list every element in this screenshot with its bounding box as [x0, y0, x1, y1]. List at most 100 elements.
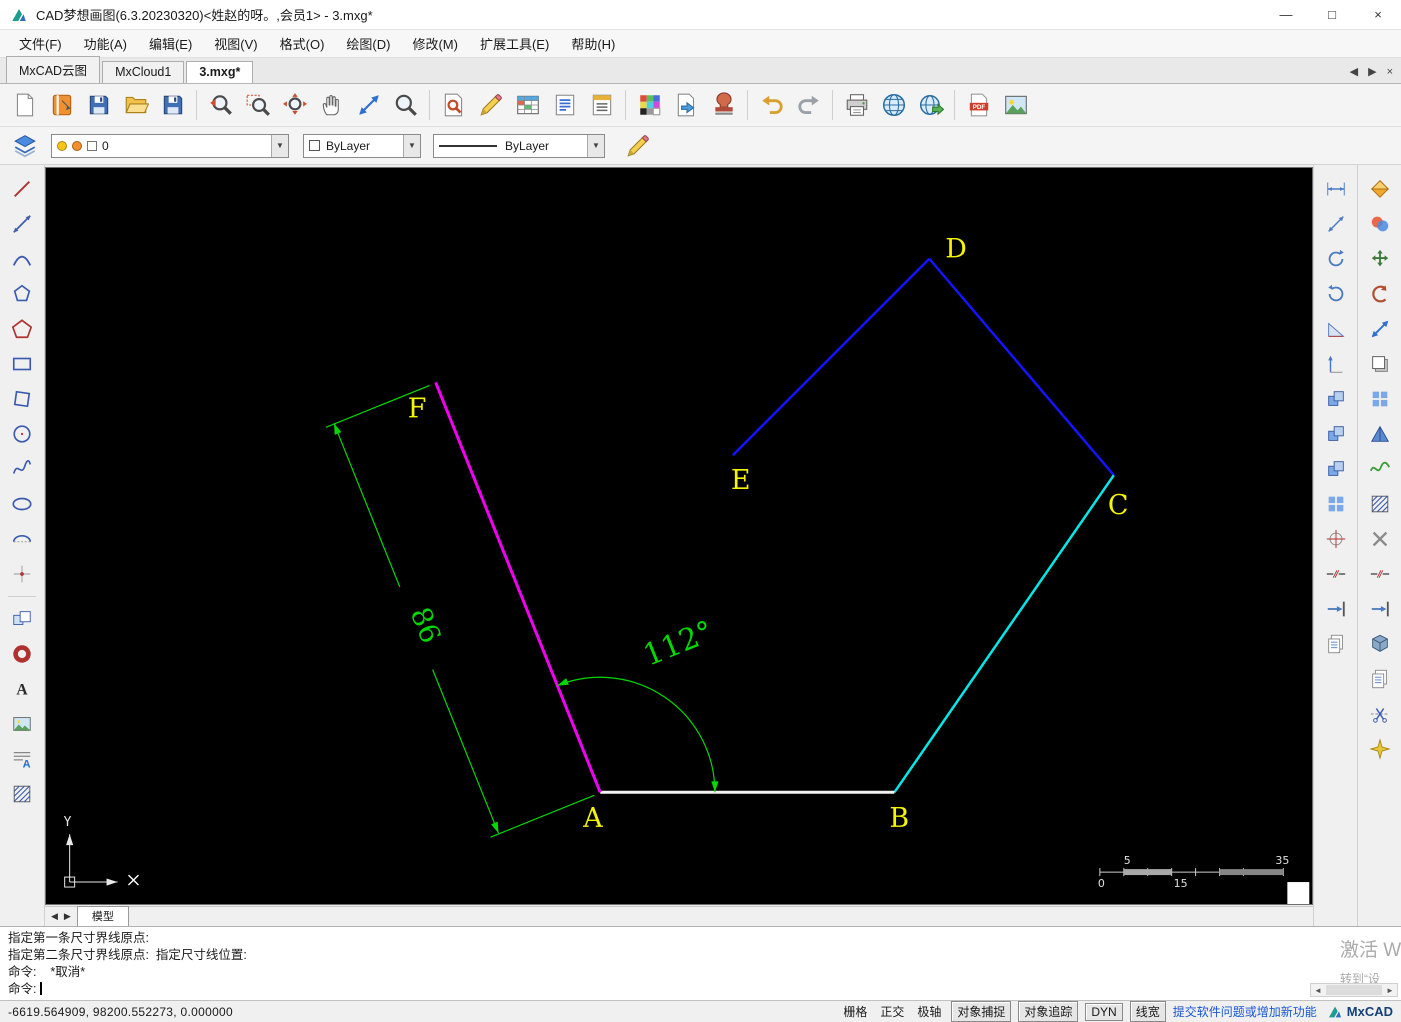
hatch-edit-tool[interactable]: [1363, 488, 1397, 520]
dim-slope-tool[interactable]: [1319, 313, 1353, 345]
erase-tool[interactable]: [1363, 523, 1397, 555]
dim-edit-tool[interactable]: [1319, 593, 1353, 625]
ortho-toggle[interactable]: 正交: [877, 1002, 907, 1021]
menu-file[interactable]: 文件(F): [8, 30, 73, 57]
print-button[interactable]: [838, 87, 875, 123]
box-3d-tool[interactable]: [1363, 628, 1397, 660]
scroll-left-icon[interactable]: ◄: [1311, 986, 1325, 995]
menu-view[interactable]: 视图(V): [203, 30, 268, 57]
polar-toggle[interactable]: 极轴: [914, 1002, 944, 1021]
ellipse-arc-tool[interactable]: [5, 523, 39, 555]
dim-aligned-tool[interactable]: [1319, 208, 1353, 240]
spline-tool[interactable]: [5, 453, 39, 485]
dim-arc-length-tool[interactable]: [1319, 243, 1353, 275]
sketch-button[interactable]: [472, 87, 509, 123]
continue-dim-tool[interactable]: [1319, 453, 1353, 485]
image-insert-tool[interactable]: [5, 708, 39, 740]
zoom-previous-button[interactable]: [202, 87, 239, 123]
ellipse-tool[interactable]: [5, 488, 39, 520]
copy-tool[interactable]: [1363, 663, 1397, 695]
break-tool[interactable]: [1363, 558, 1397, 590]
menu-draw[interactable]: 绘图(D): [335, 30, 401, 57]
point-tool[interactable]: [5, 558, 39, 590]
polygon-tool[interactable]: [5, 278, 39, 310]
tab-3mxg[interactable]: 3.mxg*: [186, 61, 254, 83]
arc-tool[interactable]: [5, 243, 39, 275]
otrack-toggle[interactable]: 对象追踪: [1018, 1001, 1079, 1022]
table-button[interactable]: [509, 87, 546, 123]
save-button[interactable]: [80, 87, 117, 123]
stamp-button[interactable]: [705, 87, 742, 123]
measure-button[interactable]: [350, 87, 387, 123]
color-select[interactable]: ByLayer ▼: [303, 133, 421, 158]
zoom-extents-button[interactable]: [276, 87, 313, 123]
menu-edit[interactable]: 编辑(E): [138, 30, 203, 57]
osnap-toggle[interactable]: 对象捕捉: [951, 1001, 1012, 1022]
linetype-select[interactable]: ByLayer ▼: [433, 133, 605, 158]
maximize-button[interactable]: □: [1309, 0, 1355, 29]
text-tool[interactable]: [5, 673, 39, 705]
tab-close-icon[interactable]: ×: [1387, 66, 1393, 78]
stretch-tool[interactable]: [1363, 348, 1397, 380]
dyn-toggle[interactable]: DYN: [1085, 1002, 1123, 1021]
minimize-button[interactable]: —: [1263, 0, 1309, 29]
feedback-link[interactable]: 提交软件问题或增加新功能: [1173, 1003, 1317, 1020]
baseline-dim-tool[interactable]: [1319, 418, 1353, 450]
pan-button[interactable]: [313, 87, 350, 123]
undo-button[interactable]: [753, 87, 790, 123]
mtext-tool[interactable]: [5, 743, 39, 775]
zoom-realtime-button[interactable]: [387, 87, 424, 123]
find-button[interactable]: [435, 87, 472, 123]
xline-tool[interactable]: [5, 208, 39, 240]
web-publish-button[interactable]: [912, 87, 949, 123]
draw-order-tool[interactable]: [1363, 208, 1397, 240]
tab-scroll-right-icon[interactable]: ▶: [1368, 65, 1376, 78]
scroll-right-icon[interactable]: ►: [1383, 986, 1397, 995]
extend-tool[interactable]: [1363, 593, 1397, 625]
edge-DC[interactable]: [928, 257, 1115, 476]
lineweight-toggle[interactable]: 线宽: [1129, 1001, 1166, 1022]
pdf-export-button[interactable]: [960, 87, 997, 123]
menu-modify[interactable]: 修改(M): [401, 30, 469, 57]
dim-update-tool[interactable]: [1319, 628, 1353, 660]
new-file-button[interactable]: [6, 87, 43, 123]
dim-angular-tool[interactable]: [1319, 278, 1353, 310]
menu-ext-tools[interactable]: 扩展工具(E): [469, 30, 560, 57]
mirror-tool[interactable]: [1363, 418, 1397, 450]
linetype-dropdown-arrow-icon[interactable]: ▼: [587, 134, 604, 157]
color-dropdown-arrow-icon[interactable]: ▼: [403, 134, 420, 157]
color-picker-tool[interactable]: [1363, 173, 1397, 205]
rotate-tool[interactable]: [1363, 278, 1397, 310]
command-prompt-input[interactable]: 命令:: [8, 981, 1393, 998]
donut-tool[interactable]: [5, 638, 39, 670]
open-file-button[interactable]: [117, 87, 154, 123]
properties-button[interactable]: [583, 87, 620, 123]
line-tool[interactable]: [5, 173, 39, 205]
tab-mxcad-cloud[interactable]: MxCAD云图: [6, 56, 101, 83]
dim-ordinate-tool[interactable]: [1319, 348, 1353, 380]
layer-select[interactable]: 0 ▼: [51, 133, 289, 158]
color-palette-button[interactable]: [631, 87, 668, 123]
hatch-tool[interactable]: [5, 778, 39, 810]
quick-dim-tool[interactable]: [1319, 383, 1353, 415]
menu-function[interactable]: 功能(A): [73, 30, 138, 57]
array-tool[interactable]: [1363, 383, 1397, 415]
grid-toggle[interactable]: 栅格: [840, 1002, 870, 1021]
export-button[interactable]: [668, 87, 705, 123]
image-export-button[interactable]: [997, 87, 1034, 123]
close-button[interactable]: ×: [1355, 0, 1401, 29]
dim-break-tool[interactable]: [1319, 558, 1353, 590]
scale-tool[interactable]: [1363, 313, 1397, 345]
edge-CB[interactable]: [893, 474, 1115, 794]
tab-mxcloud1[interactable]: MxCloud1: [102, 61, 185, 83]
dim-style-tool[interactable]: [1319, 488, 1353, 520]
draw-settings-button[interactable]: [619, 128, 656, 164]
model-tab[interactable]: 模型: [76, 906, 129, 927]
menu-format[interactable]: 格式(O): [269, 30, 336, 57]
center-mark-tool[interactable]: [1319, 523, 1353, 555]
circle-tool[interactable]: [5, 418, 39, 450]
block-insert-tool[interactable]: [5, 603, 39, 635]
layer-dropdown-arrow-icon[interactable]: ▼: [271, 134, 288, 157]
dim-linear-tool[interactable]: [1319, 173, 1353, 205]
layout-next-icon[interactable]: ▶: [64, 911, 71, 922]
